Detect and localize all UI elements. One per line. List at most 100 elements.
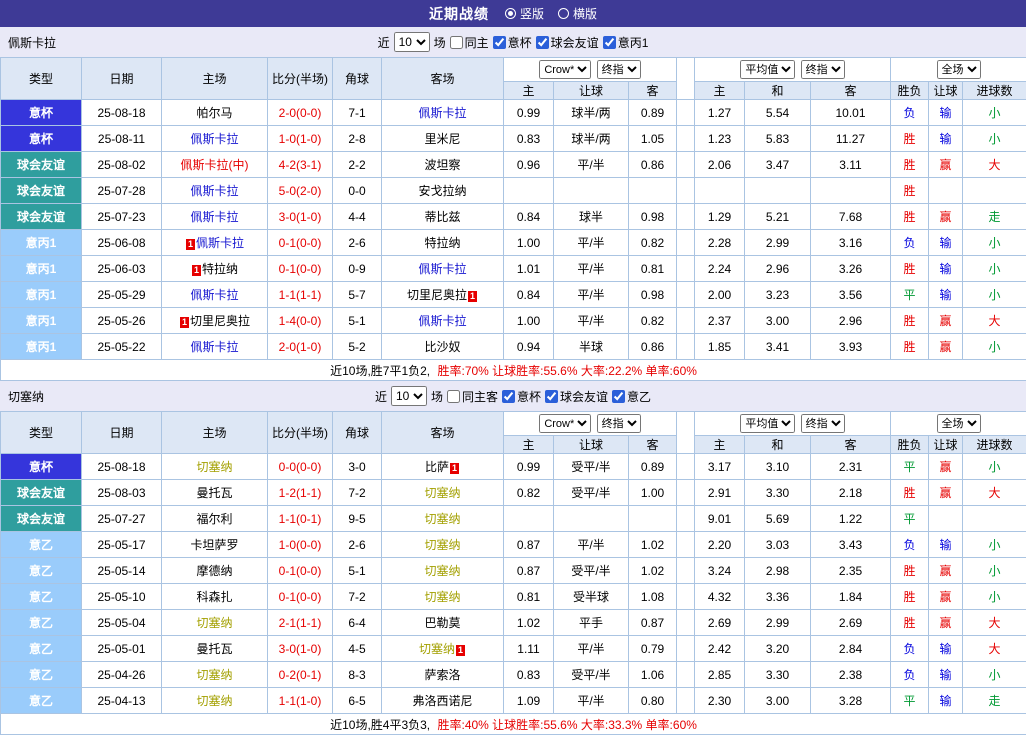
fullmatch-select[interactable]: 全场 [937, 60, 981, 79]
layout-option-vertical[interactable]: 竖版 [505, 5, 544, 22]
euro-time-select[interactable]: 终指 [801, 60, 845, 79]
team-name[interactable]: 切里尼奥拉1 [407, 288, 478, 302]
team-name[interactable]: 佩斯卡拉 [418, 262, 466, 276]
cup-checkbox[interactable] [493, 36, 506, 49]
score-cell[interactable]: 1-1(1-1) [268, 282, 333, 308]
result-outcome-cell: 胜 [891, 126, 929, 152]
team-name[interactable]: 切塞纳 [196, 668, 232, 682]
team-name[interactable]: 切塞纳 [196, 694, 232, 708]
team-name[interactable]: 切塞纳 [196, 460, 232, 474]
asian-time-select[interactable]: 终指 [597, 60, 641, 79]
score-cell[interactable]: 0-1(0-0) [268, 256, 333, 282]
team-name[interactable]: 科森扎 [196, 590, 232, 604]
score-cell[interactable]: 0-1(0-0) [268, 584, 333, 610]
score-cell[interactable]: 0-1(0-0) [268, 558, 333, 584]
layout-option-horizontal[interactable]: 横版 [558, 5, 597, 22]
euro-time-select[interactable]: 终指 [801, 414, 845, 433]
asian-away-odds-cell: 1.02 [629, 558, 677, 584]
score-cell[interactable]: 1-0(0-0) [268, 532, 333, 558]
filter-league[interactable]: 意丙1 [603, 34, 649, 51]
league-cell: 球会友谊 [1, 480, 82, 506]
team-name[interactable]: 佩斯卡拉 [190, 132, 238, 146]
team-name[interactable]: 佩斯卡拉 [190, 210, 238, 224]
team-name-text: 切塞纳 [419, 642, 455, 656]
score-cell[interactable]: 3-0(1-0) [268, 204, 333, 230]
team-name[interactable]: 比萨1 [425, 460, 460, 474]
team-name[interactable]: 波坦察 [424, 158, 460, 172]
score-cell[interactable]: 1-1(1-0) [268, 688, 333, 714]
team-name[interactable]: 切塞纳 [196, 616, 232, 630]
team-name[interactable]: 蒂比兹 [424, 210, 460, 224]
score-cell[interactable]: 0-0(0-0) [268, 454, 333, 480]
team-name[interactable]: 切塞纳1 [419, 642, 466, 656]
score-cell[interactable]: 4-2(3-1) [268, 152, 333, 178]
average-select[interactable]: 平均值 [740, 414, 795, 433]
same-venue-checkbox[interactable] [447, 390, 460, 403]
score-cell[interactable]: 0-1(0-0) [268, 230, 333, 256]
team-name[interactable]: 1切里尼奥拉 [179, 314, 250, 328]
team-name[interactable]: 比沙奴 [424, 340, 460, 354]
filter-same-venue[interactable]: 同主 [450, 34, 489, 51]
score-cell[interactable]: 1-0(1-0) [268, 126, 333, 152]
team-name[interactable]: 里米尼 [424, 132, 460, 146]
score-cell[interactable]: 2-0(0-0) [268, 100, 333, 126]
team-name[interactable]: 切塞纳 [424, 564, 460, 578]
score-cell[interactable]: 2-1(1-1) [268, 610, 333, 636]
team-name[interactable]: 切塞纳 [424, 486, 460, 500]
team-name[interactable]: 佩斯卡拉 [190, 288, 238, 302]
filter-league[interactable]: 意乙 [612, 388, 651, 405]
bookmaker-select[interactable]: Crow* [539, 414, 591, 433]
score-cell[interactable]: 1-1(0-1) [268, 506, 333, 532]
team-name[interactable]: 切塞纳 [424, 590, 460, 604]
team-name[interactable]: 巴勒莫 [424, 616, 460, 630]
score-cell[interactable]: 1-4(0-0) [268, 308, 333, 334]
cup-checkbox[interactable] [502, 390, 515, 403]
team-name[interactable]: 萨索洛 [424, 668, 460, 682]
team-name[interactable]: 佩斯卡拉 [418, 106, 466, 120]
team-name[interactable]: 弗洛西诺尼 [412, 694, 472, 708]
avg-draw-odds-cell: 3.00 [745, 308, 811, 334]
team-name[interactable]: 佩斯卡拉 [190, 184, 238, 198]
filter-cup[interactable]: 意杯 [493, 34, 532, 51]
team-name[interactable]: 曼托瓦 [196, 486, 232, 500]
league-cell: 意杯 [1, 126, 82, 152]
team-name[interactable]: 卡坦萨罗 [190, 538, 238, 552]
avg-draw-odds-cell: 3.47 [745, 152, 811, 178]
team-name[interactable]: 1特拉纳 [191, 262, 238, 276]
team-name[interactable]: 切塞纳 [424, 538, 460, 552]
filter-friendly[interactable]: 球会友谊 [545, 388, 608, 405]
team-name[interactable]: 佩斯卡拉(中) [181, 158, 249, 172]
league-checkbox[interactable] [603, 36, 616, 49]
fullmatch-select[interactable]: 全场 [937, 414, 981, 433]
team-name[interactable]: 佩斯卡拉 [190, 340, 238, 354]
score-cell[interactable]: 1-2(1-1) [268, 480, 333, 506]
match-count-select[interactable]: 10 [394, 32, 430, 52]
team-name[interactable]: 曼托瓦 [196, 642, 232, 656]
asian-time-select[interactable]: 终指 [597, 414, 641, 433]
team-name[interactable]: 摩德纳 [196, 564, 232, 578]
team-name[interactable]: 切塞纳 [424, 512, 460, 526]
league-checkbox[interactable] [612, 390, 625, 403]
score-cell[interactable]: 2-0(1-0) [268, 334, 333, 360]
bookmaker-select[interactable]: Crow* [539, 60, 591, 79]
average-select[interactable]: 平均值 [740, 60, 795, 79]
score-cell[interactable]: 5-0(2-0) [268, 178, 333, 204]
team-name[interactable]: 安戈拉纳 [418, 184, 466, 198]
team-name[interactable]: 福尔利 [196, 512, 232, 526]
score-cell[interactable]: 0-2(0-1) [268, 662, 333, 688]
team-name[interactable]: 帕尔马 [196, 106, 232, 120]
same-venue-checkbox[interactable] [450, 36, 463, 49]
result-goals-cell: 走 [963, 688, 1026, 714]
filter-same-venue[interactable]: 同主客 [447, 388, 498, 405]
team-name[interactable]: 特拉纳 [424, 236, 460, 250]
score-cell[interactable]: 3-0(1-0) [268, 636, 333, 662]
asian-home-odds-cell: 0.99 [504, 454, 554, 480]
team-name[interactable]: 佩斯卡拉 [418, 314, 466, 328]
corner-cell: 4-5 [333, 636, 382, 662]
friendly-checkbox[interactable] [545, 390, 558, 403]
friendly-checkbox[interactable] [536, 36, 549, 49]
filter-friendly[interactable]: 球会友谊 [536, 34, 599, 51]
filter-cup[interactable]: 意杯 [502, 388, 541, 405]
team-name[interactable]: 1佩斯卡拉 [185, 236, 244, 250]
match-count-select[interactable]: 10 [391, 386, 427, 406]
